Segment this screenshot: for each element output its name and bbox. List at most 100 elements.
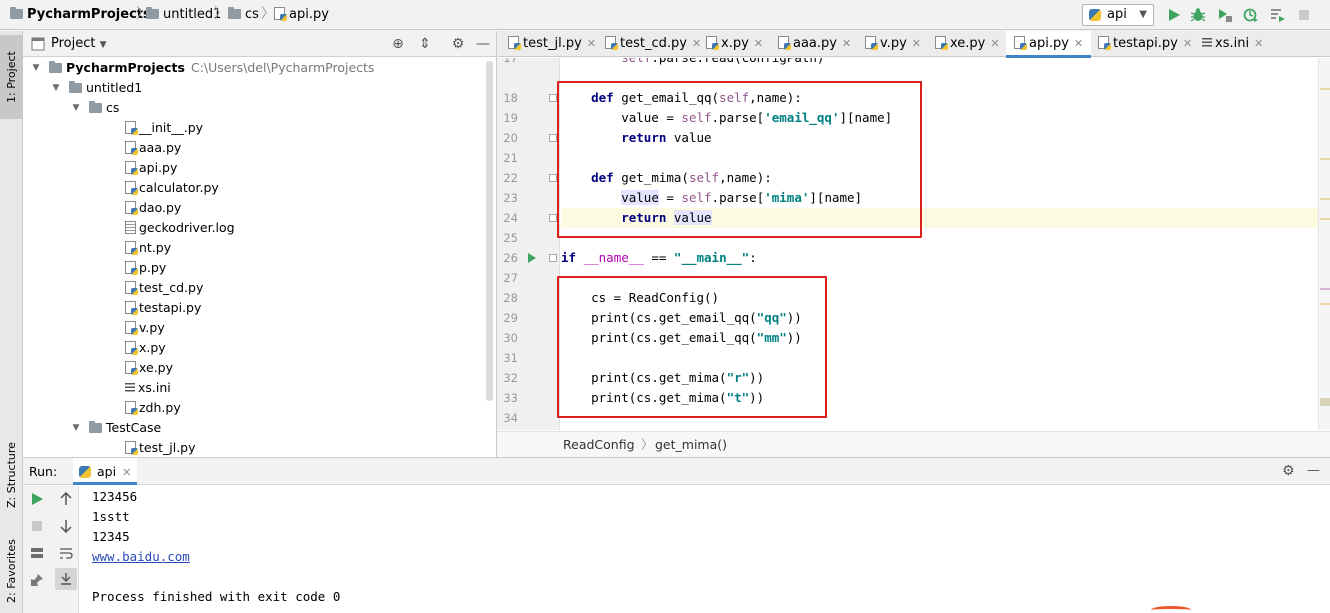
editor-tab[interactable]: test_cd.py ✕ (605, 31, 701, 57)
folder-icon (10, 7, 23, 19)
editor-tab[interactable]: aaa.py ✕ (778, 31, 851, 57)
gear-icon[interactable]: ⚙ (1282, 463, 1295, 479)
scroll-marker (1320, 88, 1330, 90)
stop-icon[interactable] (30, 519, 44, 533)
scroll-to-end-button[interactable] (55, 568, 77, 590)
tree-item-content: test_jl.py (125, 438, 196, 458)
stop-icon[interactable] (1296, 7, 1312, 23)
tree-scrollbar[interactable] (486, 61, 493, 401)
minimize-icon[interactable]: — (475, 36, 491, 52)
structure-tool-tab[interactable]: Z: Structure (0, 433, 23, 517)
folder-icon (228, 7, 241, 19)
console-line: www.baidu.com (92, 547, 190, 567)
code-breadcrumb: ReadConfig 〉 get_mima() (498, 431, 1330, 457)
folder-icon (89, 421, 102, 433)
tree-item-content: x.py (125, 338, 166, 358)
tree-item-content: aaa.py (125, 138, 181, 158)
tree-item-label: xs.ini (138, 380, 171, 395)
arrow-up-icon[interactable] (59, 492, 73, 506)
run-configuration-select[interactable]: api ▼ (1082, 4, 1154, 26)
chevron-down-icon[interactable]: ▼ (71, 98, 81, 118)
editor-tab[interactable]: api.py ✕ (1006, 31, 1092, 58)
arrow-down-icon[interactable] (59, 519, 73, 533)
gear-icon[interactable]: ⚙ (450, 36, 466, 52)
crumb-separator: 〉 (214, 6, 228, 22)
close-icon[interactable]: ✕ (1254, 37, 1263, 50)
tree-item-content: dao.py (125, 198, 181, 218)
editor-tab[interactable]: xs.ini ✕ (1202, 31, 1263, 57)
tree-item-label: test_cd.py (139, 280, 204, 295)
close-icon[interactable]: ✕ (692, 37, 701, 50)
favorites-tool-tab[interactable]: 2: Favorites (0, 529, 23, 613)
fold-marker-icon[interactable] (549, 134, 557, 142)
line-number: 32 (503, 371, 518, 385)
run-concurrency-icon[interactable] (1270, 7, 1286, 23)
close-icon[interactable]: ✕ (842, 37, 851, 50)
close-icon[interactable]: ✕ (122, 466, 131, 479)
chevron-down-icon[interactable]: ▼ (51, 78, 61, 98)
code-line: self.parse.read(configPath) (561, 58, 1318, 68)
collapse-all-icon[interactable]: ⇕ (417, 36, 433, 52)
scroll-to-end-icon (61, 573, 71, 585)
editor-tab[interactable]: xe.py ✕ (935, 31, 1000, 57)
python-file-icon (274, 7, 287, 21)
editor-tab[interactable]: testapi.py ✕ (1098, 31, 1192, 57)
fold-marker-icon[interactable] (549, 94, 557, 102)
editor-tab[interactable]: test_jl.py ✕ (508, 31, 596, 57)
close-icon[interactable]: ✕ (754, 37, 763, 50)
project-tool-tab[interactable]: 1: Project (0, 35, 23, 119)
debug-icon[interactable] (1190, 7, 1206, 23)
close-icon[interactable]: ✕ (1074, 37, 1083, 50)
console-line: 1sstt (92, 509, 130, 524)
python-file-icon (125, 261, 138, 275)
editor-tab-label: x.py (721, 36, 749, 51)
editor-tab[interactable]: x.py ✕ (706, 31, 763, 57)
close-icon[interactable]: ✕ (912, 37, 921, 50)
crumb-cs[interactable]: cs (228, 0, 259, 30)
run-with-coverage-icon[interactable] (1217, 7, 1233, 23)
tree-item-content: __init__.py (125, 118, 203, 138)
layout-icon[interactable] (30, 546, 44, 560)
console-output[interactable]: 123456 1sstt 12345 www.baidu.com Process fin… (92, 486, 1322, 613)
chevron-down-icon[interactable]: ▼ (71, 418, 81, 438)
tree-item-content: testapi.py (125, 298, 201, 318)
crumb-untitled1[interactable]: untitled1 (146, 0, 221, 30)
breadcrumb-class[interactable]: ReadConfig (563, 432, 635, 458)
breadcrumb-method[interactable]: get_mima() (655, 432, 727, 458)
soft-wrap-icon[interactable] (59, 546, 73, 560)
minimize-icon[interactable]: — (1307, 463, 1320, 478)
annotation-box-main (557, 276, 827, 418)
editor-scrollbar[interactable] (1318, 58, 1330, 430)
pin-icon[interactable] (30, 573, 44, 587)
project-panel-title[interactable]: Project ▼ (51, 31, 107, 58)
scroll-marker (1320, 303, 1330, 305)
python-file-icon (125, 201, 138, 215)
python-file-icon (125, 441, 138, 455)
editor-tab-label: testapi.py (1113, 36, 1178, 51)
editor-tab[interactable]: v.py ✕ (865, 31, 921, 57)
tree-item-label: TestCase (106, 420, 162, 435)
chevron-down-icon[interactable]: ▼ (31, 58, 41, 78)
run-tab-api[interactable]: api ✕ (73, 458, 138, 485)
console-link[interactable]: www.baidu.com (92, 549, 190, 564)
locate-target-icon[interactable]: ⊕ (390, 36, 406, 52)
profile-icon[interactable] (1243, 7, 1259, 23)
run-gutter-icon[interactable] (528, 253, 536, 263)
fold-marker-icon[interactable] (549, 254, 557, 262)
close-icon[interactable]: ✕ (587, 37, 596, 50)
python-file-icon (125, 341, 138, 355)
crumb-project[interactable]: PycharmProjects (10, 0, 151, 30)
editor-tab-label: xs.ini (1215, 36, 1250, 51)
tree-item-label: PycharmProjects (66, 60, 185, 75)
tree-item-label: nt.py (139, 240, 172, 255)
editor-tab-label: v.py (880, 36, 907, 51)
fold-marker-icon[interactable] (549, 214, 557, 222)
crumb-api-py[interactable]: api.py (274, 0, 329, 30)
close-icon[interactable]: ✕ (1183, 37, 1192, 50)
tree-item-content: PycharmProjects C:\Users\del\PycharmProje… (49, 58, 374, 78)
fold-marker-icon[interactable] (549, 174, 557, 182)
run-icon[interactable] (1166, 7, 1182, 23)
python-file-icon (865, 36, 878, 50)
rerun-icon[interactable] (30, 492, 44, 506)
close-icon[interactable]: ✕ (990, 37, 999, 50)
